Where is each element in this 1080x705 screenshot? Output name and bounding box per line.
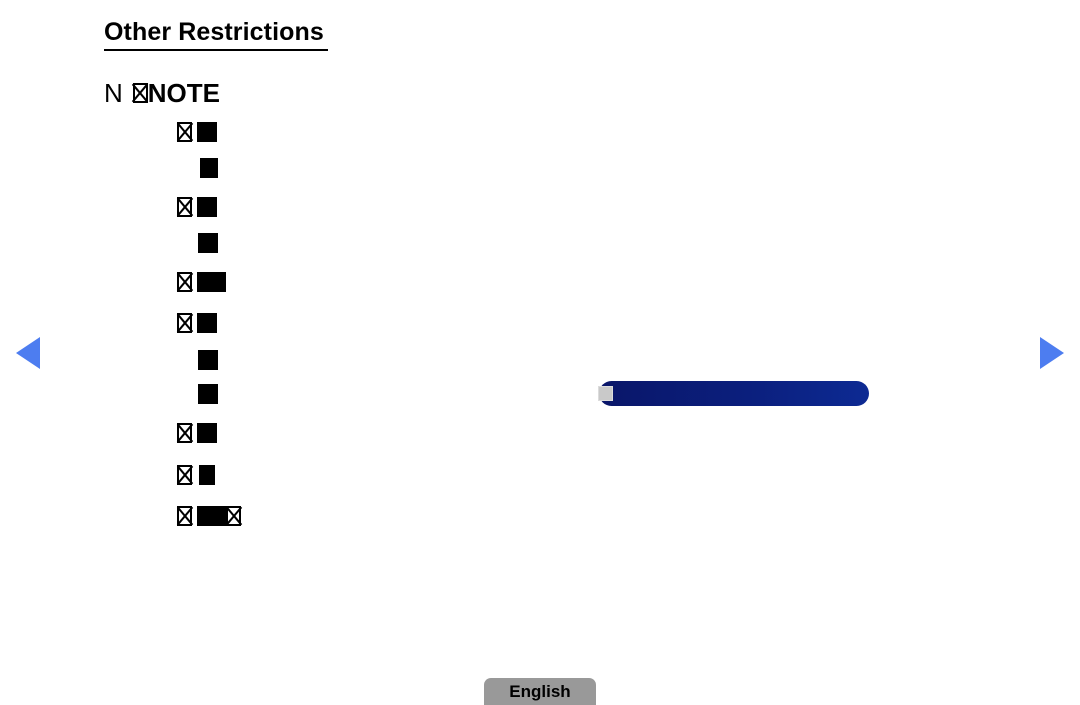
- note-body-line: [177, 506, 241, 526]
- language-button[interactable]: English: [484, 678, 596, 705]
- missing-glyph-box-icon: [177, 313, 192, 333]
- previous-page-arrow-icon[interactable]: [16, 337, 40, 369]
- missing-glyph-box-icon: [177, 197, 192, 217]
- note-body-line: [198, 158, 218, 178]
- missing-glyph-box-icon: [132, 83, 148, 103]
- scroll-highlight-bar[interactable]: [599, 381, 869, 406]
- note-label: NOTE: [147, 78, 221, 108]
- unrendered-text-block: [197, 197, 217, 217]
- missing-glyph-box-icon: [177, 122, 192, 142]
- scroll-highlight-handle[interactable]: [598, 386, 613, 401]
- unrendered-text-block: [197, 506, 226, 526]
- note-body-line: [177, 122, 217, 142]
- note-marker-letter: N: [104, 78, 123, 108]
- unrendered-text-block: [198, 158, 218, 178]
- language-button-label: English: [509, 681, 571, 701]
- note-body-line: [177, 272, 226, 292]
- note-body-line: [177, 465, 215, 485]
- unrendered-text-block: [197, 423, 217, 443]
- unrendered-text-block: [198, 350, 218, 370]
- unrendered-text-block: [198, 384, 218, 404]
- missing-glyph-box-icon: [177, 465, 192, 485]
- note-body-line: [198, 384, 218, 404]
- note-body-line: [198, 233, 218, 253]
- note-body-line: [177, 197, 217, 217]
- unrendered-text-block: [197, 313, 217, 333]
- missing-glyph-box-icon: [177, 423, 192, 443]
- title-underline-rule: [104, 49, 328, 51]
- unrendered-text-block: [198, 233, 218, 253]
- note-body-line: [198, 350, 218, 370]
- note-heading: N NOTE: [104, 78, 220, 108]
- unrendered-text-block: [197, 272, 226, 292]
- note-body-line: [177, 313, 217, 333]
- missing-glyph-box-icon: [177, 272, 192, 292]
- missing-glyph-box-icon: [177, 506, 192, 526]
- note-body-line: [177, 423, 217, 443]
- unrendered-text-block: [197, 122, 217, 142]
- unrendered-text-block: [197, 465, 215, 485]
- page-title: Other Restrictions: [104, 18, 324, 46]
- missing-glyph-box-icon: [226, 506, 241, 526]
- next-page-arrow-icon[interactable]: [1040, 337, 1064, 369]
